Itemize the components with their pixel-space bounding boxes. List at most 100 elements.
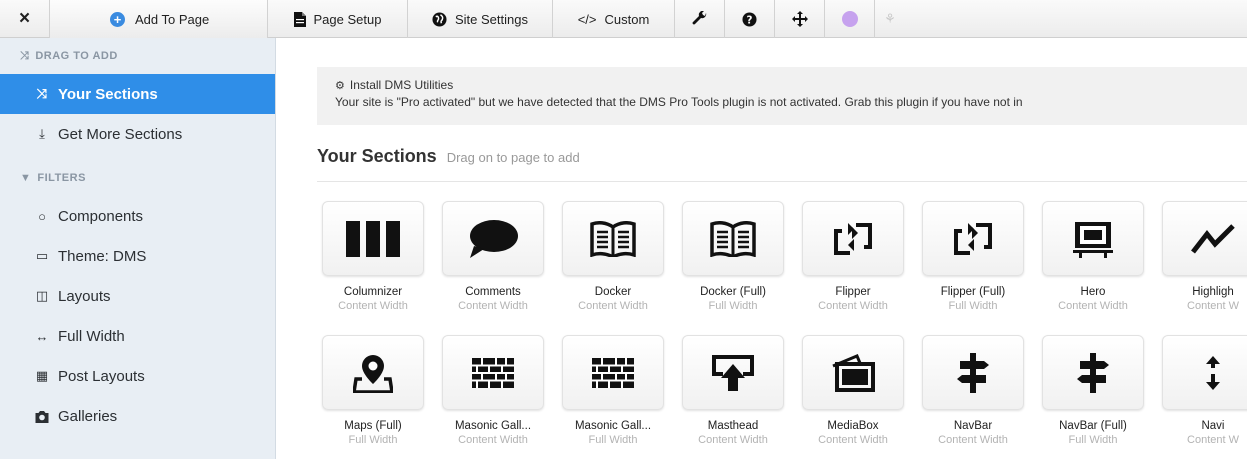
sidebar-item-layouts[interactable]: ◫ Layouts — [0, 276, 275, 316]
tile-name: NavBar (Full) — [1059, 420, 1127, 432]
tile-width: Content Width — [938, 434, 1008, 446]
section-tile[interactable]: Docker (Full) Full Width — [682, 201, 784, 321]
tile-name: Masonic Gall... — [574, 420, 652, 432]
add-to-page-label: Add To Page — [135, 11, 210, 27]
leaf-icon: ⚘ — [884, 11, 896, 26]
sections-header: Your Sections Drag on to page to add — [317, 146, 1247, 182]
section-tile[interactable]: NavBar (Full) Full Width — [1042, 335, 1144, 455]
section-tile[interactable]: MediaBox Content Width — [802, 335, 904, 455]
tile-card[interactable] — [802, 201, 904, 276]
notice-body: Your site is "Pro activated" but we have… — [335, 95, 1023, 109]
site-settings-button[interactable]: Site Settings — [408, 0, 553, 38]
brick-icon — [592, 357, 634, 388]
section-tile[interactable]: Docker Content Width — [562, 201, 664, 321]
tile-name: Flipper — [835, 286, 871, 298]
tile-card[interactable] — [922, 335, 1024, 410]
wrench-button[interactable] — [675, 0, 725, 38]
tile-card[interactable] — [562, 201, 664, 276]
book-icon — [710, 220, 756, 257]
sidebar-item-theme-dms[interactable]: ▭ Theme: DMS — [0, 236, 275, 276]
tile-name: Columnizer — [343, 286, 403, 298]
sidebar-item-galleries[interactable]: Galleries — [0, 396, 275, 436]
top-toolbar: × + Add To Page Page Setup Site Settings… — [0, 0, 1247, 38]
columns-icon: ◫ — [35, 288, 49, 303]
tile-card[interactable] — [442, 201, 544, 276]
book-icon — [590, 220, 636, 257]
sidebar-item-your-sections[interactable]: ⤨ Your Sections — [0, 74, 275, 114]
section-tile[interactable]: Comments Content Width — [442, 201, 544, 321]
sidebar-item-get-more-sections[interactable]: ⤓ Get More Sections — [0, 114, 275, 154]
tile-card[interactable] — [322, 201, 424, 276]
download-icon: ⤓ — [39, 126, 45, 141]
sidebar-item-label: Layouts — [58, 287, 111, 305]
page-setup-button[interactable]: Page Setup — [268, 0, 408, 38]
tile-card[interactable] — [1162, 201, 1247, 276]
page-subtitle: Drag on to page to add — [446, 150, 580, 165]
section-tile[interactable]: NavBar Content Width — [922, 335, 1024, 455]
extra-tool-button[interactable]: ⚘ — [875, 0, 905, 38]
tile-card[interactable] — [922, 201, 1024, 276]
sidebar-item-label: Your Sections — [58, 85, 158, 103]
section-tile[interactable]: Masonic Gall... Content Width — [442, 335, 544, 455]
tile-card[interactable] — [802, 335, 904, 410]
section-tile[interactable]: Masthead Content Width — [682, 335, 784, 455]
tile-width: Content W — [1187, 434, 1239, 446]
tile-card[interactable] — [322, 335, 424, 410]
tile-width: Content Width — [818, 434, 888, 446]
tile-name: Comments — [465, 286, 521, 298]
tile-width: Content Width — [818, 300, 888, 312]
tile-name: Docker (Full) — [700, 286, 766, 298]
custom-label: Custom — [604, 11, 650, 27]
tile-width: Full Width — [708, 300, 758, 312]
plus-circle-icon: + — [110, 11, 125, 27]
tile-name: Hero — [1080, 286, 1106, 298]
section-tile[interactable]: Hero Content Width — [1042, 201, 1144, 321]
theme-color-button[interactable] — [825, 0, 875, 38]
section-tile[interactable]: Maps (Full) Full Width — [322, 335, 424, 455]
signpost-icon — [957, 352, 989, 393]
section-tile[interactable]: Flipper Content Width — [802, 201, 904, 321]
camera-icon — [35, 410, 49, 423]
purple-dot-icon — [841, 11, 858, 27]
sidebar-item-full-width[interactable]: ↔ Full Width — [0, 316, 275, 356]
sidebar-item-components[interactable]: ○ Components — [0, 196, 275, 236]
brick-icon — [472, 357, 514, 388]
arrows-h-icon: ↔ — [35, 328, 49, 344]
custom-button[interactable]: </> Custom — [553, 0, 675, 38]
tile-name: Docker — [594, 286, 632, 298]
section-tile[interactable]: Columnizer Content Width — [322, 201, 424, 321]
tile-width: Full Width — [588, 434, 638, 446]
close-button[interactable]: × — [0, 0, 50, 38]
section-tile[interactable]: Flipper (Full) Full Width — [922, 201, 1024, 321]
drag-to-add-heading: ⤨ DRAG TO ADD — [0, 38, 275, 74]
add-to-page-button[interactable]: + Add To Page — [50, 0, 268, 38]
circle-icon: ○ — [38, 208, 46, 224]
tile-card[interactable] — [442, 335, 544, 410]
section-tile[interactable]: Highligh Content W — [1162, 201, 1247, 321]
tile-card[interactable] — [562, 335, 664, 410]
tile-name: Flipper (Full) — [940, 286, 1006, 298]
sidebar-item-label: Post Layouts — [58, 367, 145, 385]
help-button[interactable]: ? — [725, 0, 775, 38]
monitor-icon — [1073, 221, 1113, 258]
sidebar-item-post-layouts[interactable]: ▦ Post Layouts — [0, 356, 275, 396]
highlight-icon — [1191, 223, 1235, 254]
tile-card[interactable] — [682, 335, 784, 410]
tile-card[interactable] — [1042, 201, 1144, 276]
sidebar-item-label: Get More Sections — [58, 125, 183, 143]
tile-card[interactable] — [1042, 335, 1144, 410]
flip-icon — [834, 222, 872, 255]
section-tile[interactable]: Navi Content W — [1162, 335, 1247, 455]
notice-title-row: ⚙ Install DMS Utilities — [335, 78, 1247, 92]
tile-width: Content Width — [458, 300, 528, 312]
shuffle-icon: ⤨ — [20, 49, 30, 62]
tile-card[interactable] — [682, 201, 784, 276]
filters-heading: ▼ FILTERS — [0, 160, 275, 196]
move-button[interactable] — [775, 0, 825, 38]
site-settings-label: Site Settings — [455, 11, 528, 27]
tile-width: Content Width — [698, 434, 768, 446]
tile-card[interactable] — [1162, 335, 1247, 410]
section-tile[interactable]: Masonic Gall... Full Width — [562, 335, 664, 455]
arrows-icon — [791, 11, 808, 27]
comment-icon — [470, 219, 518, 258]
